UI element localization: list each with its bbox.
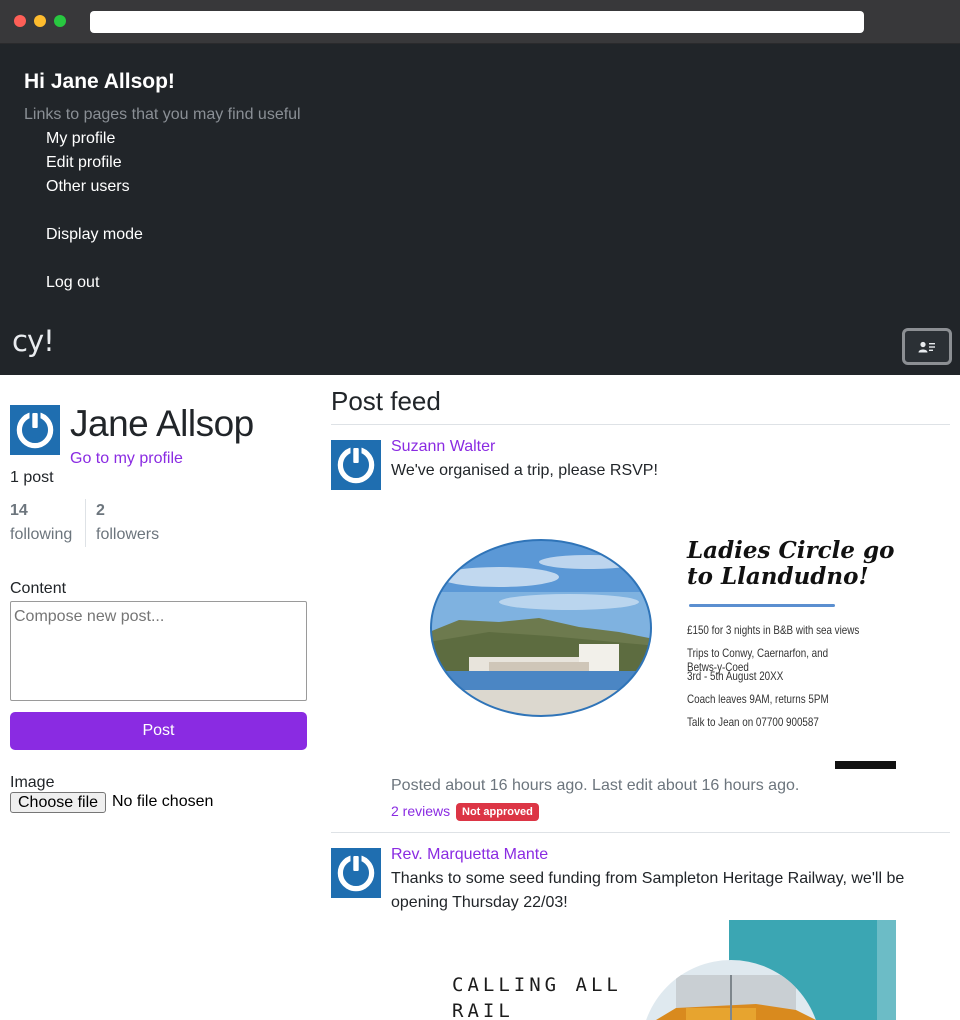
poster-title: Ladies Circle go to Llandudno! xyxy=(687,538,894,590)
post-image-railway-poster[interactable]: CALLING ALL RAIL xyxy=(421,920,896,1020)
minimize-window-button[interactable] xyxy=(34,15,46,27)
poster-info-line: 3rd - 5th August 20XX xyxy=(687,669,784,683)
nav-link-display-mode[interactable]: Display mode xyxy=(46,226,143,244)
following-label: following xyxy=(10,526,73,543)
post-author-link[interactable]: Suzann Walter xyxy=(391,438,495,456)
following-stat[interactable]: 14 following xyxy=(10,502,72,544)
post-text-line-1: Thanks to some seed funding from Samplet… xyxy=(391,870,905,887)
power-icon xyxy=(16,410,54,449)
poster-info-line: £150 for 3 nights in B&B with sea views xyxy=(687,623,860,637)
post-timestamp: Posted about 16 hours ago. Last edit abo… xyxy=(391,777,800,794)
post-count: 1 post xyxy=(10,469,54,486)
nav-link-log-out[interactable]: Log out xyxy=(46,274,99,292)
feed-title: Post feed xyxy=(331,386,441,416)
navbar-panel: Hi Jane Allsop! Links to pages that you … xyxy=(0,44,960,375)
poster-headline-line-1: CALLING ALL xyxy=(452,974,622,996)
post-divider xyxy=(331,832,950,833)
nav-link-my-profile[interactable]: My profile xyxy=(46,130,115,148)
poster-info-line: Talk to Jean on 07700 900587 xyxy=(687,715,819,729)
status-badge: Not approved xyxy=(456,803,539,821)
file-status: No file chosen xyxy=(112,793,214,810)
compose-post-input[interactable] xyxy=(10,601,307,701)
maximize-window-button[interactable] xyxy=(54,15,66,27)
following-count: 14 xyxy=(10,502,28,519)
poster-title-line-1: Ladies Circle go xyxy=(687,537,895,564)
content-label: Content xyxy=(10,580,67,597)
train-photo xyxy=(641,960,821,1020)
contact-card-icon xyxy=(918,341,935,352)
llandudno-photo xyxy=(430,539,652,717)
nav-subtitle: Links to pages that you may find useful xyxy=(24,106,301,123)
post-avatar[interactable] xyxy=(331,440,381,490)
post-text: We've organised a trip, please RSVP! xyxy=(391,462,658,479)
post-text-line-2: opening Thursday 22/03! xyxy=(391,894,568,911)
browser-chrome xyxy=(0,0,960,44)
poster-underline xyxy=(689,604,835,607)
poster-title-line-2: to Llandudno! xyxy=(687,563,869,590)
poster-info-line: Coach leaves 9AM, returns 5PM xyxy=(687,692,829,706)
poster-headline-line-2: RAIL xyxy=(452,1000,514,1020)
post-avatar[interactable] xyxy=(331,848,381,898)
stat-divider xyxy=(85,499,86,547)
nav-link-other-users[interactable]: Other users xyxy=(46,178,130,196)
profile-name: Jane Allsop xyxy=(70,403,254,444)
followers-stat[interactable]: 2 followers xyxy=(96,502,159,544)
poster-credit-strip xyxy=(835,761,896,769)
followers-label: followers xyxy=(96,526,160,543)
followers-count: 2 xyxy=(96,502,105,519)
go-to-profile-link[interactable]: Go to my profile xyxy=(70,450,183,468)
nav-link-edit-profile[interactable]: Edit profile xyxy=(46,154,122,172)
poster-teal-strip xyxy=(877,920,896,1020)
poster-headline: CALLING ALL RAIL xyxy=(452,972,622,1020)
power-icon xyxy=(337,445,375,484)
user-avatar[interactable] xyxy=(10,405,60,455)
greeting-heading: Hi Jane Allsop! xyxy=(24,70,175,93)
reviews-link[interactable]: 2 reviews xyxy=(391,803,450,819)
post-author-link[interactable]: Rev. Marquetta Mante xyxy=(391,846,548,864)
power-icon xyxy=(337,853,375,892)
feed-divider xyxy=(331,424,950,425)
address-bar[interactable] xyxy=(90,11,864,33)
choose-file-button[interactable]: Choose file xyxy=(10,792,107,813)
image-label: Image xyxy=(10,774,55,791)
close-window-button[interactable] xyxy=(14,15,26,27)
post-image-ladies-circle-poster[interactable]: Ladies Circle go to Llandudno! £150 for … xyxy=(421,517,898,771)
navbar-toggler-button[interactable] xyxy=(902,328,952,365)
brand-logo[interactable]: cy! xyxy=(12,324,55,358)
post-button[interactable]: Post xyxy=(10,712,307,750)
